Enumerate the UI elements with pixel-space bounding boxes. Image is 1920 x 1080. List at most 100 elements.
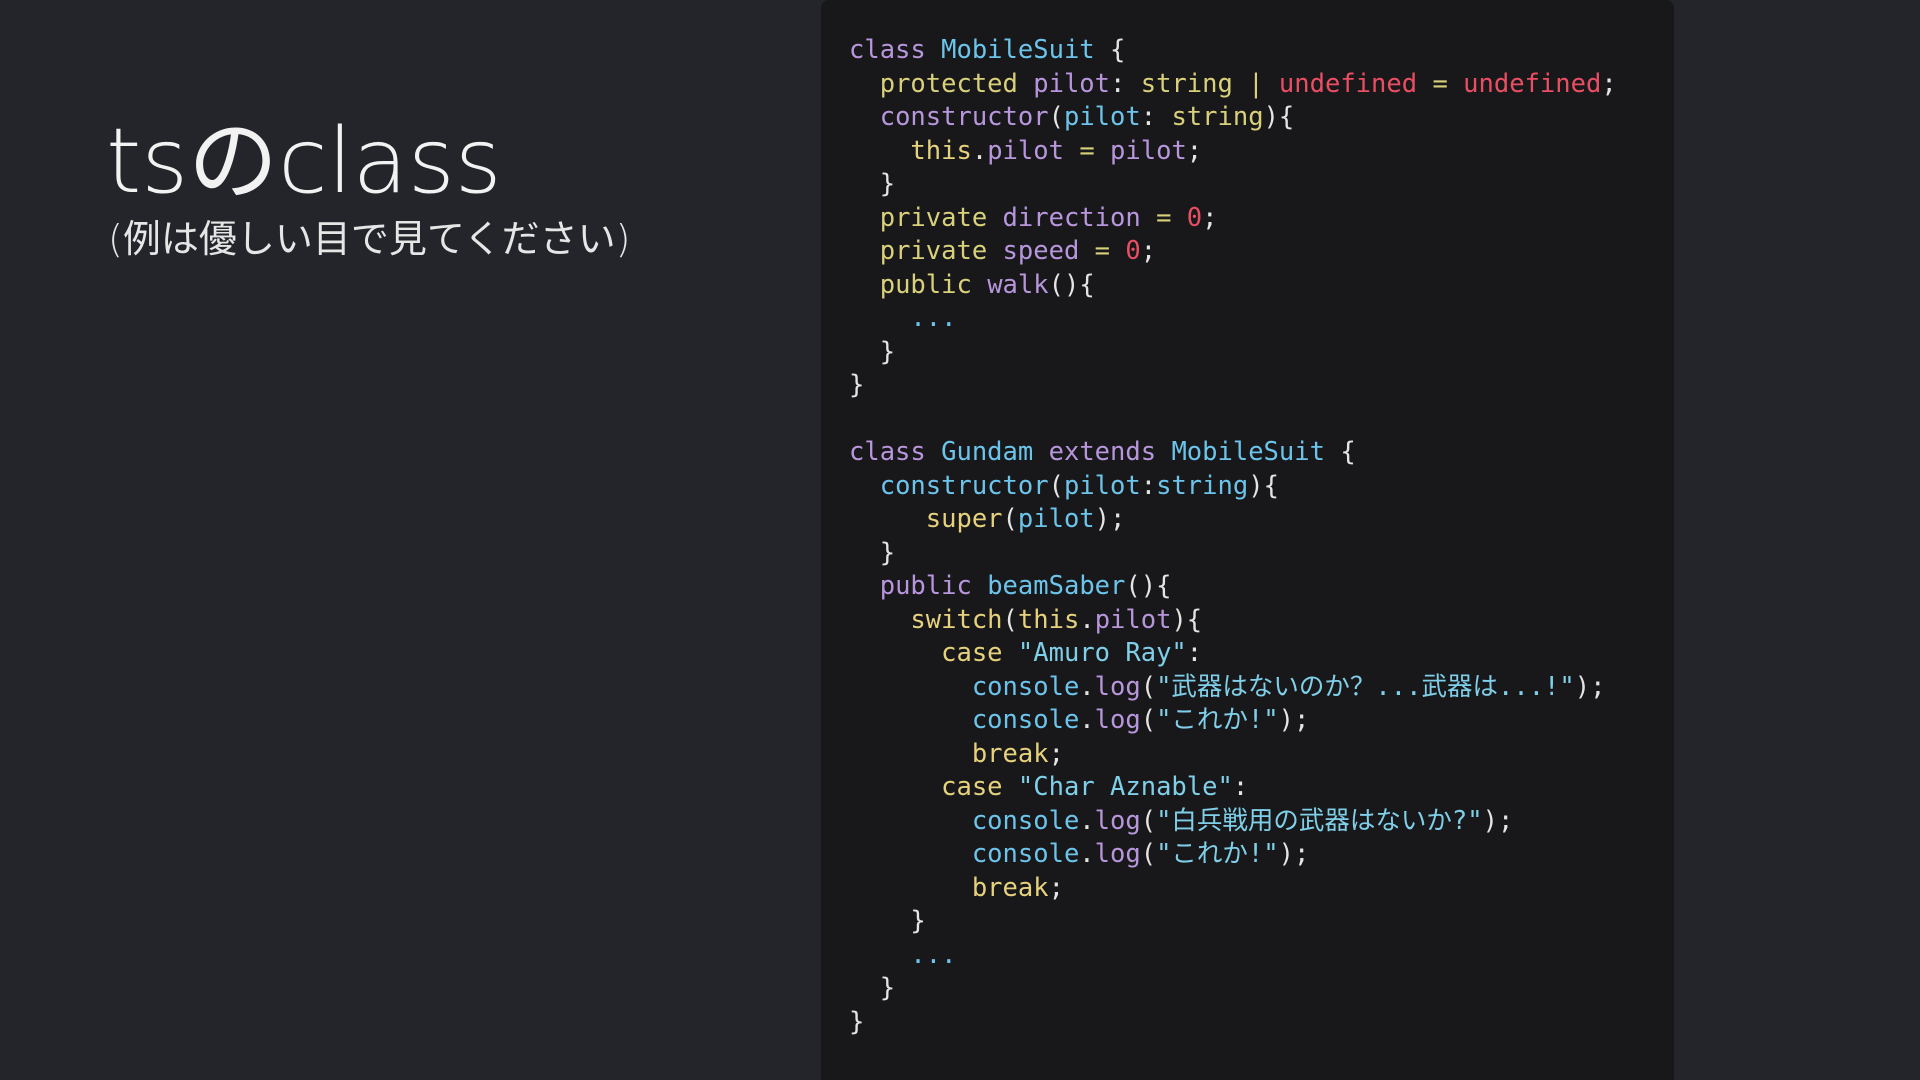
code-token: : xyxy=(1110,68,1141,99)
code-token: . xyxy=(1079,839,1095,869)
code-line: console.log("白兵戦用の武器はないか?"); xyxy=(849,805,1674,839)
code-line: console.log("武器はないのか？...武器は...!"); xyxy=(849,671,1674,705)
slide: tsのclass (例は優しい目で見てください) class MobileSui… xyxy=(0,0,1920,1080)
code-token: Gundam xyxy=(941,437,1034,467)
code-line: console.log("これか!"); xyxy=(849,838,1674,872)
code-token: this xyxy=(1017,604,1080,635)
code-token: log xyxy=(1094,839,1141,869)
code-token: pilot xyxy=(987,135,1064,166)
code-line: ... xyxy=(849,302,1674,336)
code-token: private xyxy=(879,236,988,266)
code-token: super xyxy=(925,504,1003,534)
code-token: log xyxy=(1094,671,1141,702)
code-token: undefined xyxy=(1278,68,1418,99)
code-token: string xyxy=(1156,470,1249,501)
code-token: ; xyxy=(1048,872,1064,903)
code-line: public beamSaber(){ xyxy=(849,570,1674,604)
code-token: pilot xyxy=(1094,604,1172,635)
code-token: ( xyxy=(1002,604,1018,635)
code-text: class MobileSuit { protected pilot: stri… xyxy=(849,34,1674,1039)
code-block: class MobileSuit { protected pilot: stri… xyxy=(821,0,1674,1080)
code-token: MobileSuit xyxy=(1171,437,1325,467)
code-line: class Gundam extends MobileSuit { xyxy=(849,436,1674,470)
code-token: { xyxy=(1094,35,1126,65)
code-token: public xyxy=(879,571,972,601)
code-token: ( xyxy=(1048,470,1064,501)
code-token: ... xyxy=(910,939,957,970)
code-token: "これか!" xyxy=(1156,705,1279,735)
code-line: } xyxy=(849,336,1674,370)
code-token: { xyxy=(1324,437,1356,467)
code-token: = xyxy=(1079,236,1126,266)
code-token: ; xyxy=(1140,236,1157,266)
code-token: console xyxy=(971,671,1080,702)
code-token: (){ xyxy=(1048,269,1095,300)
code-token: private xyxy=(879,202,988,233)
code-line: } xyxy=(849,168,1674,202)
code-token: beamSaber xyxy=(987,571,1126,601)
code-line: super(pilot); xyxy=(849,503,1674,537)
code-token: case xyxy=(941,772,1003,802)
code-token: walk xyxy=(987,269,1049,300)
code-token: ( xyxy=(1002,504,1018,534)
code-token: console xyxy=(971,705,1080,735)
slide-subtitle: (例は優しい目で見てください) xyxy=(108,217,631,261)
code-token: ){ xyxy=(1248,470,1279,501)
code-line: private direction = 0; xyxy=(849,202,1674,236)
code-line: } xyxy=(849,1006,1674,1040)
code-token: : xyxy=(1232,772,1249,802)
code-token: . xyxy=(971,135,988,166)
code-token: break xyxy=(971,872,1049,903)
code-token: ); xyxy=(1574,671,1606,702)
code-token: = xyxy=(1140,202,1187,233)
code-line: case "Amuro Ray": xyxy=(849,637,1674,671)
code-token: extends xyxy=(1048,437,1157,467)
code-token: this xyxy=(910,135,972,166)
code-token: } xyxy=(849,537,896,568)
code-token: string xyxy=(1140,68,1233,99)
code-token: ); xyxy=(1482,805,1514,836)
code-token: constructor xyxy=(879,102,1049,132)
code-line: constructor(pilot: string){ xyxy=(849,101,1674,135)
code-line: break; xyxy=(849,872,1674,906)
code-token: direction xyxy=(1002,202,1141,233)
code-line: console.log("これか!"); xyxy=(849,704,1674,738)
code-token: ( xyxy=(1140,839,1157,869)
code-token: constructor xyxy=(879,470,1049,501)
code-token: . xyxy=(1079,805,1095,836)
code-token: console xyxy=(971,805,1080,836)
code-token: } xyxy=(849,370,865,400)
code-token: 0 xyxy=(1125,236,1141,266)
code-token: ; xyxy=(1202,202,1218,233)
code-token: : xyxy=(1140,102,1172,132)
code-token: class xyxy=(849,35,942,65)
code-token: ; xyxy=(1601,68,1617,99)
code-token: public xyxy=(879,269,972,300)
code-token: console xyxy=(971,839,1080,869)
code-line: public walk(){ xyxy=(849,269,1674,303)
code-token: MobileSuit xyxy=(941,35,1095,65)
code-token: string xyxy=(1171,102,1264,132)
code-line: } xyxy=(849,905,1674,939)
code-token: ( xyxy=(1140,671,1157,702)
code-token: . xyxy=(1079,671,1095,702)
